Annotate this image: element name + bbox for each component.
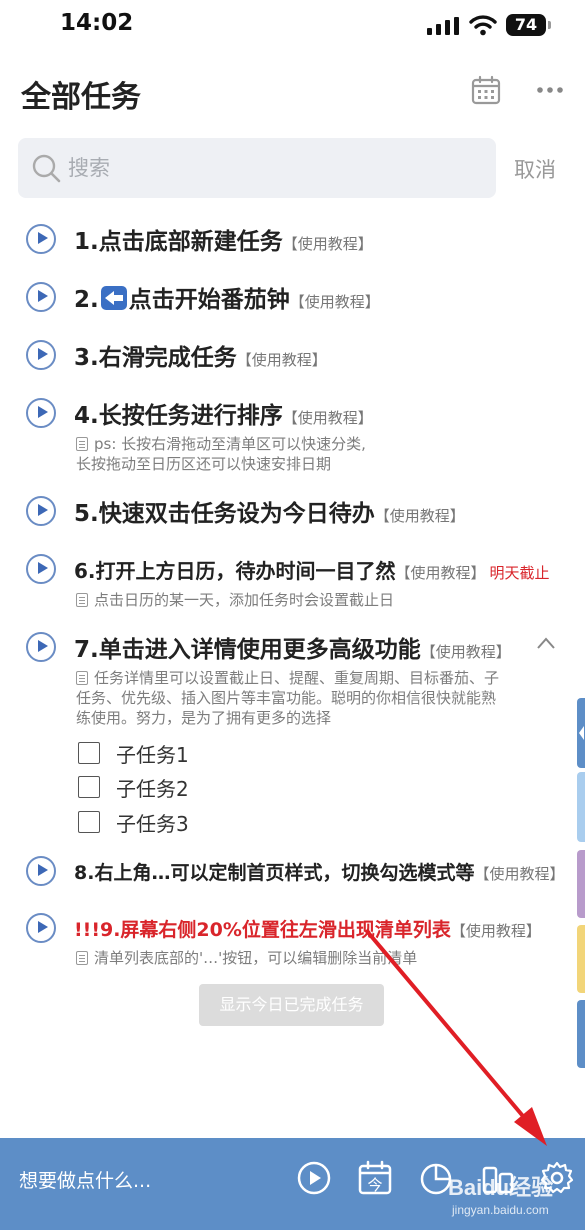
task-note: 点击日历的某一天，添加任务时会设置截止日 — [76, 590, 394, 610]
chevron-up-icon[interactable] — [536, 636, 556, 650]
search-input[interactable] — [68, 150, 468, 186]
task-title-prefix: 2. — [74, 287, 99, 313]
note-line: ps: 长按右滑拖动至清单区可以快速分类, — [94, 435, 366, 453]
task-title-text: 4.长按任务进行排序 — [74, 403, 283, 429]
task-title: 4.长按任务进行排序【使用教程】 — [74, 396, 373, 430]
note-line: 点击日历的某一天，添加任务时会设置截止日 — [94, 591, 395, 609]
calendar-today-icon[interactable]: 今 — [357, 1160, 393, 1196]
search-icon — [32, 154, 61, 183]
note-icon — [76, 593, 88, 607]
note-line: 清单列表底部的'…'按钮，可以编辑删除当前清单 — [94, 949, 418, 967]
task-tag[interactable]: 【使用教程】 — [283, 409, 373, 427]
task-title-text: 7.单击进入详情使用更多高级功能 — [74, 637, 421, 663]
watermark-url: jingyan.baidu.com — [452, 1203, 549, 1217]
note-line: 长按拖动至日历区还可以快速安排日期 — [76, 455, 332, 473]
task-title: 7.单击进入详情使用更多高级功能【使用教程】 — [74, 630, 511, 664]
cellular-signal-icon — [427, 17, 459, 35]
cancel-button[interactable]: 取消 — [514, 154, 556, 184]
task-title: 6.打开上方日历，待办时间一目了然【使用教程】 明天截止 — [74, 555, 550, 584]
play-icon[interactable] — [26, 856, 56, 886]
subtask-checkbox[interactable] — [78, 811, 100, 833]
calendar-today-glyph: 今 — [367, 1176, 382, 1194]
subtask-label: 子任务2 — [116, 777, 189, 801]
arrow-left-icon — [100, 286, 127, 310]
note-icon — [76, 671, 88, 685]
chevron-left-icon — [579, 726, 584, 740]
battery-icon: 74 — [506, 14, 551, 36]
play-icon[interactable] — [26, 282, 56, 312]
task-tag[interactable]: 【使用教程】 — [396, 564, 486, 582]
wifi-icon — [469, 15, 497, 36]
list-tab[interactable] — [577, 772, 585, 842]
task-title-text: 5.快速双击任务设为今日待办 — [74, 501, 375, 527]
subtask-checkbox[interactable] — [78, 742, 100, 764]
play-icon[interactable] — [296, 1160, 332, 1196]
play-icon[interactable] — [26, 913, 56, 943]
task-title: 3.右滑完成任务【使用教程】 — [74, 338, 327, 372]
task-title-text: 3.右滑完成任务 — [74, 345, 237, 371]
search-bar — [18, 138, 496, 198]
status-time: 14:02 — [60, 10, 134, 36]
more-icon[interactable] — [536, 78, 564, 102]
note-line: 任务、优先级、插入图片等丰富功能。聪明的你相信很快就能熟 — [76, 689, 497, 707]
task-title-text: 6.打开上方日历，待办时间一目了然 — [74, 559, 396, 583]
list-tab-handle[interactable] — [577, 698, 585, 768]
task-tag[interactable]: 【使用教程】 — [474, 865, 564, 883]
play-icon[interactable] — [26, 398, 56, 428]
task-title: 2. 点击开始番茄钟【使用教程】 — [74, 280, 380, 314]
page-title: 全部任务 — [21, 80, 141, 115]
subtask-checkbox[interactable] — [78, 776, 100, 798]
play-icon[interactable] — [26, 554, 56, 584]
note-line: 练使用。努力，是为了拥有更多的选择 — [76, 709, 332, 727]
task-tag[interactable]: 【使用教程】 — [451, 922, 541, 940]
task-title-text: 1.点击底部新建任务 — [74, 229, 283, 255]
subtask-label: 子任务3 — [116, 812, 189, 836]
baidu-watermark: Baidu经验 — [448, 1175, 554, 1200]
note-icon — [76, 951, 88, 965]
task-note: 清单列表底部的'…'按钮，可以编辑删除当前清单 — [76, 948, 417, 968]
list-tab[interactable] — [577, 850, 585, 918]
task-tag[interactable]: 【使用教程】 — [421, 643, 511, 661]
status-bar: 14:02 74 — [0, 0, 585, 52]
note-icon — [76, 437, 88, 451]
subtask-label: 子任务1 — [116, 743, 189, 767]
task-tag[interactable]: 【使用教程】 — [375, 507, 465, 525]
calendar-icon[interactable] — [470, 74, 502, 106]
task-title: 8.右上角…可以定制首页样式，切换勾选模式等【使用教程】 — [74, 858, 564, 885]
play-icon[interactable] — [26, 496, 56, 526]
list-tab[interactable] — [577, 1000, 585, 1068]
task-title-text: 8.右上角…可以定制首页样式，切换勾选模式等 — [74, 862, 475, 884]
task-title: 5.快速双击任务设为今日待办【使用教程】 — [74, 494, 465, 528]
task-note: 任务详情里可以设置截止日、提醒、重复周期、目标番茄、子 任务、优先级、插入图片等… — [76, 668, 499, 728]
task-title: 1.点击底部新建任务【使用教程】 — [74, 222, 373, 256]
play-icon[interactable] — [26, 340, 56, 370]
play-icon[interactable] — [26, 224, 56, 254]
task-title-text: !!!9.屏幕右侧20%位置往左滑出现清单列表 — [74, 919, 451, 941]
task-note: ps: 长按右滑拖动至清单区可以快速分类, 长按拖动至日历区还可以快速安排日期 — [76, 434, 366, 474]
note-line: 任务详情里可以设置截止日、提醒、重复周期、目标番茄、子 — [94, 669, 500, 687]
due-badge: 明天截止 — [489, 564, 550, 582]
task-title: !!!9.屏幕右侧20%位置往左滑出现清单列表【使用教程】 — [74, 915, 541, 942]
task-tag[interactable]: 【使用教程】 — [283, 235, 373, 253]
new-task-input[interactable]: 想要做点什么... — [19, 1166, 151, 1193]
show-completed-button[interactable]: 显示今日已完成任务 — [199, 984, 384, 1026]
task-tag[interactable]: 【使用教程】 — [290, 293, 380, 311]
play-icon[interactable] — [26, 632, 56, 662]
list-tab[interactable] — [577, 925, 585, 993]
task-title-text: 点击开始番茄钟 — [128, 287, 290, 313]
task-tag[interactable]: 【使用教程】 — [237, 351, 327, 369]
